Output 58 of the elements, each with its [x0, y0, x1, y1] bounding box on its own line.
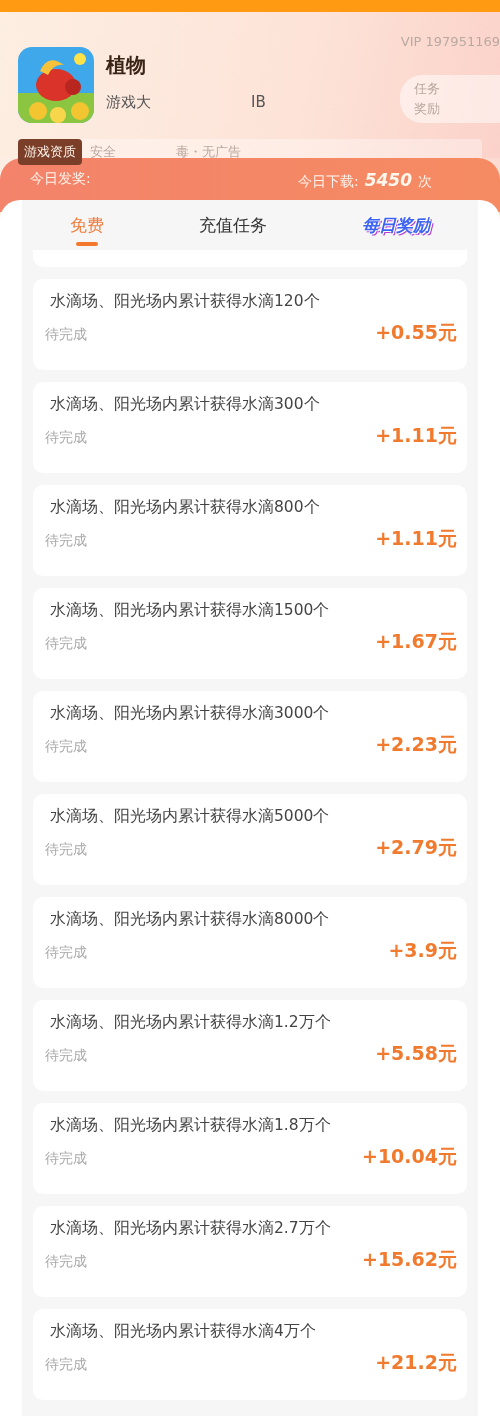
- tab[interactable]: 充值任务: [195, 211, 271, 239]
- task-title: 水滴场、阳光场内累计获得水滴800个: [49, 497, 321, 518]
- task-title: 水滴场、阳光场内累计获得水滴5000个: [49, 806, 331, 827]
- vip-id: VIP 197951169: [400, 34, 500, 49]
- task-card[interactable]: 水滴场、阳光场内累计获得水滴1.2万个 待完成 +5.58元: [33, 1000, 467, 1091]
- task-status: 待完成: [45, 1356, 88, 1374]
- reward-amount: +1.11元: [375, 525, 457, 551]
- task-status: 待完成: [45, 635, 88, 653]
- reward-amount: +1.67元: [375, 628, 457, 654]
- award-label: 今日发奖:: [30, 170, 91, 188]
- task-card[interactable]: 水滴场、阳光场内累计获得水滴4万个 待完成 +21.2元: [33, 1309, 467, 1400]
- task-title: 水滴场、阳光场内累计获得水滴4万个: [49, 1321, 317, 1342]
- qualification-text: 毒・无广告: [176, 143, 241, 161]
- app-info: 游戏大: [106, 93, 151, 112]
- download-count: 5450: [364, 170, 412, 190]
- task-status: 待完成: [45, 944, 88, 962]
- reward-amount: +15.62元: [361, 1246, 457, 1272]
- reward-amount: +3.9元: [388, 937, 457, 963]
- task-status: 待完成: [45, 841, 88, 859]
- tab-indicator: [75, 241, 98, 246]
- reward-amount: +10.04元: [361, 1143, 457, 1169]
- task-card[interactable]: 水滴场、阳光场内累计获得水滴2.7万个 待完成 +15.62元: [33, 1206, 467, 1297]
- reward-amount: +0.55元: [375, 319, 457, 345]
- download-unit: 次: [418, 173, 432, 191]
- task-title: 水滴场、阳光场内累计获得水滴8000个: [49, 909, 331, 930]
- task-status: 待完成: [45, 1253, 88, 1271]
- download-label: 今日下载:: [297, 173, 359, 191]
- task-status: 待完成: [45, 326, 88, 344]
- task-title: 水滴场、阳光场内累计获得水滴1500个: [49, 600, 331, 621]
- task-card[interactable]: 水滴场、阳光场内累计获得水滴1.8万个 待完成 +10.04元: [33, 1103, 467, 1194]
- task-status: 待完成: [45, 738, 88, 756]
- reward-amount: +1.11元: [375, 422, 457, 448]
- task-card[interactable]: 水滴场、阳光场内累计获得水滴3000个 待完成 +2.23元: [33, 691, 467, 782]
- task-title: 水滴场、阳光场内累计获得水滴300个: [49, 394, 321, 415]
- qualification-tag: 游戏资质: [18, 139, 82, 165]
- tab[interactable]: 每日奖励: [358, 211, 435, 239]
- reward-amount: +5.58元: [375, 1040, 457, 1066]
- reward-amount: +2.79元: [375, 834, 457, 860]
- reward-amount: +2.23元: [375, 731, 457, 757]
- qualification-text: 安全: [90, 143, 116, 161]
- task-card[interactable]: 水滴场、阳光场内累计获得水滴300个 待完成 +1.11元: [33, 382, 467, 473]
- task-status: 待完成: [45, 429, 88, 447]
- task-card[interactable]: 水滴场、阳光场内累计获得水滴800个 待完成 +1.11元: [33, 485, 467, 576]
- task-status: 待完成: [45, 1150, 88, 1168]
- task-card[interactable]: 水滴场、阳光场内累计获得水滴120个 待完成 +0.55元: [33, 279, 467, 370]
- task-title: 水滴场、阳光场内累计获得水滴1.2万个: [49, 1012, 332, 1033]
- task-status: 待完成: [45, 532, 88, 550]
- app-name: 植物: [106, 52, 147, 79]
- task-title: 水滴场、阳光场内累计获得水滴1.8万个: [49, 1115, 332, 1136]
- task-status: 待完成: [45, 1047, 88, 1065]
- task-card[interactable]: 水滴场、阳光场内累计获得水滴5000个 待完成 +2.79元: [33, 794, 467, 885]
- task-title: 水滴场、阳光场内累计获得水滴2.7万个: [49, 1218, 332, 1239]
- reward-amount: +21.2元: [375, 1349, 457, 1375]
- task-title: 水滴场、阳光场内累计获得水滴3000个: [49, 703, 331, 724]
- app-size: IB: [251, 93, 266, 112]
- task-card[interactable]: 水滴场、阳光场内累计获得水滴8000个 待完成 +3.9元: [33, 897, 467, 988]
- task-card[interactable]: 水滴场、阳光场内累计获得水滴1500个 待完成 +1.67元: [33, 588, 467, 679]
- task-title: 水滴场、阳光场内累计获得水滴120个: [49, 291, 321, 312]
